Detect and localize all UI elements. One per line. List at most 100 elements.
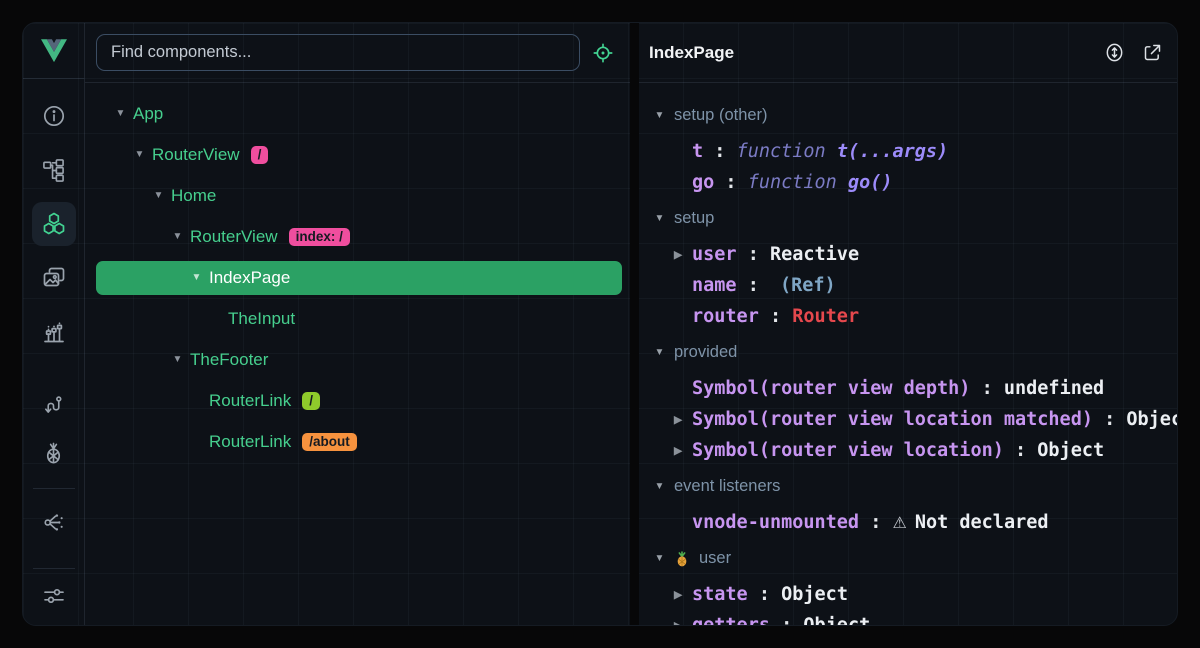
state-value: Object <box>803 615 870 625</box>
key-separator: : <box>770 615 803 625</box>
search-box <box>96 34 580 71</box>
expand-icon[interactable]: ▶ <box>674 445 692 457</box>
section-user-store[interactable]: ▼ user <box>639 543 1177 574</box>
state-row-symbol-depth[interactable]: Symbol(router view depth) : undefined <box>639 373 1177 404</box>
section-provided[interactable]: ▼ provided <box>639 337 1177 368</box>
expand-icon[interactable]: ▼ <box>114 108 127 119</box>
state-key: user <box>692 244 737 265</box>
collapse-icon[interactable]: ▼ <box>653 553 666 564</box>
router-icon[interactable] <box>23 376 85 430</box>
tree-row-app[interactable]: ▼ App <box>85 93 630 134</box>
component-tree-panel: ▼ App ▼ RouterView / ▼ Home ▼ RouterView… <box>85 23 630 625</box>
state-row-symbol-matched[interactable]: ▶ Symbol(router view location matched) :… <box>639 404 1177 435</box>
state-value: Reactive <box>770 244 859 265</box>
tree-row-routerlink-about[interactable]: RouterLink /about <box>85 421 630 462</box>
component-name: App <box>133 104 163 124</box>
section-event-listeners[interactable]: ▼ event listeners <box>639 471 1177 502</box>
function-keyword: function <box>748 172 848 193</box>
collapse-icon[interactable]: ▼ <box>653 110 666 121</box>
state-row-t[interactable]: t : function t(...args) <box>639 136 1177 167</box>
state-value: Object <box>1037 440 1104 461</box>
inspector-header-icons <box>1104 42 1163 63</box>
route-badge: / <box>302 392 320 410</box>
component-tree-icon[interactable] <box>23 143 85 197</box>
state-key: state <box>692 584 748 605</box>
expand-icon[interactable]: ▼ <box>133 149 146 160</box>
state-value: Not declared <box>915 512 1049 533</box>
state-row-vnode-unmounted[interactable]: vnode-unmounted : ⚠Not declared <box>639 507 1177 538</box>
expand-icon[interactable]: ▼ <box>152 190 165 201</box>
collapse-icon[interactable]: ▼ <box>653 481 666 492</box>
collapse-icon[interactable]: ▼ <box>653 347 666 358</box>
function-signature: t(...args) <box>837 141 948 162</box>
state-value: (Ref) <box>780 275 836 296</box>
component-name: RouterLink <box>209 391 291 411</box>
settings-icon[interactable] <box>23 569 85 623</box>
state-inspector-panel: IndexPage ▼ setup (other) t : function t… <box>639 23 1177 625</box>
open-in-editor-icon[interactable] <box>1142 42 1163 63</box>
state-key: Symbol(router view location) <box>692 440 1004 461</box>
expand-icon[interactable]: ▼ <box>190 272 203 283</box>
state-row-go[interactable]: go : function go() <box>639 167 1177 198</box>
key-separator: : <box>737 244 770 265</box>
assets-icon[interactable] <box>23 251 85 305</box>
section-label: provided <box>674 343 737 362</box>
pinia-icon[interactable] <box>23 426 85 480</box>
info-icon[interactable] <box>23 89 85 143</box>
section-label: event listeners <box>674 477 780 496</box>
key-separator: : <box>748 584 781 605</box>
tree-row-theinput[interactable]: TheInput <box>85 298 630 339</box>
state-row-getters[interactable]: ▶ getters : Object <box>639 610 1177 625</box>
tree-row-routerlink-home[interactable]: RouterLink / <box>85 380 630 421</box>
component-name: Home <box>171 186 216 206</box>
component-name: IndexPage <box>209 268 290 288</box>
section-label: setup (other) <box>674 106 768 125</box>
expand-icon[interactable]: ▶ <box>674 620 692 626</box>
component-name: RouterView <box>190 227 278 247</box>
state-key: router <box>692 306 759 327</box>
search-input[interactable] <box>97 43 579 62</box>
expand-icon[interactable]: ▶ <box>674 249 692 261</box>
component-name: TheFooter <box>190 350 268 370</box>
section-setup[interactable]: ▼ setup <box>639 203 1177 234</box>
state-row-name[interactable]: name : (Ref) <box>639 270 1177 301</box>
state-key: go <box>692 172 714 193</box>
panel-splitter[interactable] <box>630 23 639 625</box>
expand-icon[interactable]: ▼ <box>171 354 184 365</box>
tree-row-routerview-index[interactable]: ▼ RouterView index: / <box>85 216 630 257</box>
components-icon[interactable] <box>23 197 85 251</box>
tree-row-home[interactable]: ▼ Home <box>85 175 630 216</box>
expand-icon[interactable]: ▶ <box>674 589 692 601</box>
component-name: RouterLink <box>209 432 291 452</box>
vue-logo[interactable] <box>23 23 84 79</box>
inspector-header: IndexPage <box>639 23 1177 83</box>
collapse-icon[interactable]: ▼ <box>653 213 666 224</box>
timeline-levels-icon[interactable] <box>23 305 85 359</box>
state-row-symbol-location[interactable]: ▶ Symbol(router view location) : Object <box>639 435 1177 466</box>
component-name: TheInput <box>228 309 295 329</box>
selected-component-title: IndexPage <box>649 43 734 63</box>
expand-icon[interactable]: ▶ <box>674 414 692 426</box>
state-value: Object <box>781 584 848 605</box>
state-row-state[interactable]: ▶ state : Object <box>639 579 1177 610</box>
state-value: Router <box>792 306 859 327</box>
key-separator: : <box>759 306 792 327</box>
sidebar <box>23 23 85 625</box>
scroll-to-component-icon[interactable] <box>1104 42 1125 63</box>
inspect-target-icon[interactable] <box>592 42 614 64</box>
expand-icon[interactable]: ▼ <box>171 231 184 242</box>
state-row-user[interactable]: ▶ user : Reactive <box>639 239 1177 270</box>
key-separator: : <box>859 512 892 533</box>
tree-row-routerview[interactable]: ▼ RouterView / <box>85 134 630 175</box>
route-badge: index: / <box>289 228 350 246</box>
section-label: user <box>699 549 731 568</box>
tree-row-thefooter[interactable]: ▼ TheFooter <box>85 339 630 380</box>
graph-icon[interactable] <box>23 495 85 549</box>
key-separator: : <box>1093 409 1126 430</box>
state-row-router[interactable]: router : Router <box>639 301 1177 332</box>
section-setup-other[interactable]: ▼ setup (other) <box>639 100 1177 131</box>
component-name: RouterView <box>152 145 240 165</box>
state-body: ▼ setup (other) t : function t(...args) … <box>639 83 1177 625</box>
tree-row-indexpage-selected[interactable]: ▼ IndexPage <box>85 257 630 298</box>
state-value: undefined <box>1004 378 1104 399</box>
